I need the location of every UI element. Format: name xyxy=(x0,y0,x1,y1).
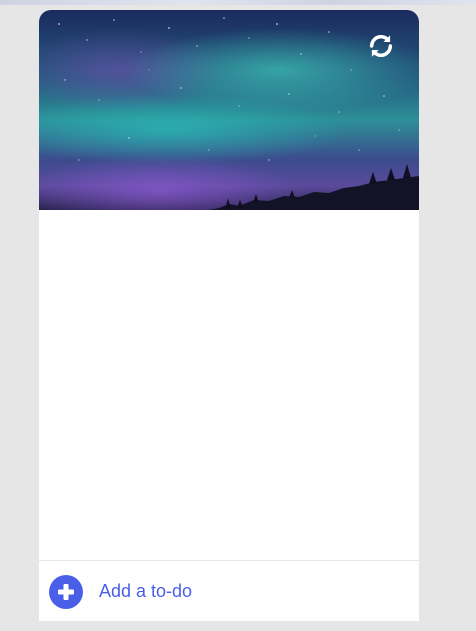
aurora-image xyxy=(58,17,419,210)
refresh-button[interactable] xyxy=(367,32,397,62)
plus-icon xyxy=(58,583,74,600)
todo-list xyxy=(39,210,419,560)
browser-top-strip xyxy=(0,0,476,5)
add-todo-label[interactable]: Add a to-do xyxy=(99,581,192,602)
header-background-image xyxy=(39,10,419,210)
todo-card: Add a to-do xyxy=(39,10,419,621)
add-todo-button[interactable]: Add a to-do xyxy=(39,560,419,621)
refresh-icon xyxy=(369,34,393,58)
plus-circle-icon[interactable] xyxy=(49,574,83,609)
